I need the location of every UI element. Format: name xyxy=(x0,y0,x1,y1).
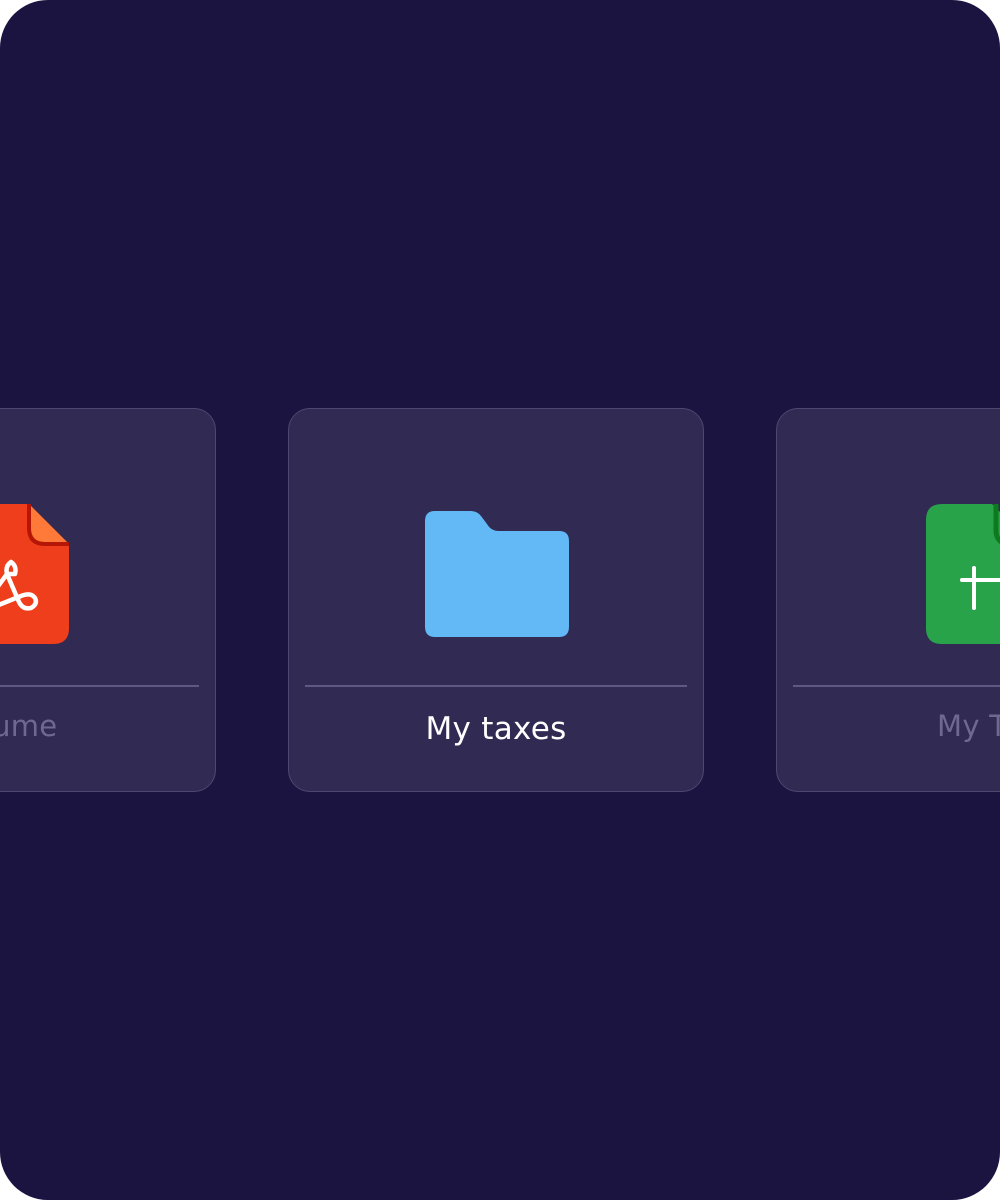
file-card-icon-area xyxy=(289,409,703,685)
file-card-resume[interactable]: esume xyxy=(0,408,216,792)
folder-icon xyxy=(425,511,569,637)
pdf-icon xyxy=(0,504,69,644)
spreadsheet-icon xyxy=(926,504,1000,644)
file-card-divider xyxy=(305,685,687,687)
file-card-divider xyxy=(793,685,1000,687)
file-card-divider xyxy=(0,685,199,687)
file-card-icon-area xyxy=(0,409,215,685)
file-carousel-screen: esume My taxes My Ta xyxy=(0,0,1000,1200)
file-card-label: My taxes xyxy=(425,711,567,747)
file-card-label: My Ta xyxy=(937,709,1000,743)
file-card-label: esume xyxy=(0,709,58,743)
file-card-icon-area xyxy=(777,409,1000,685)
file-card-my-ta[interactable]: My Ta xyxy=(776,408,1000,792)
file-card-my-taxes[interactable]: My taxes xyxy=(288,408,704,792)
